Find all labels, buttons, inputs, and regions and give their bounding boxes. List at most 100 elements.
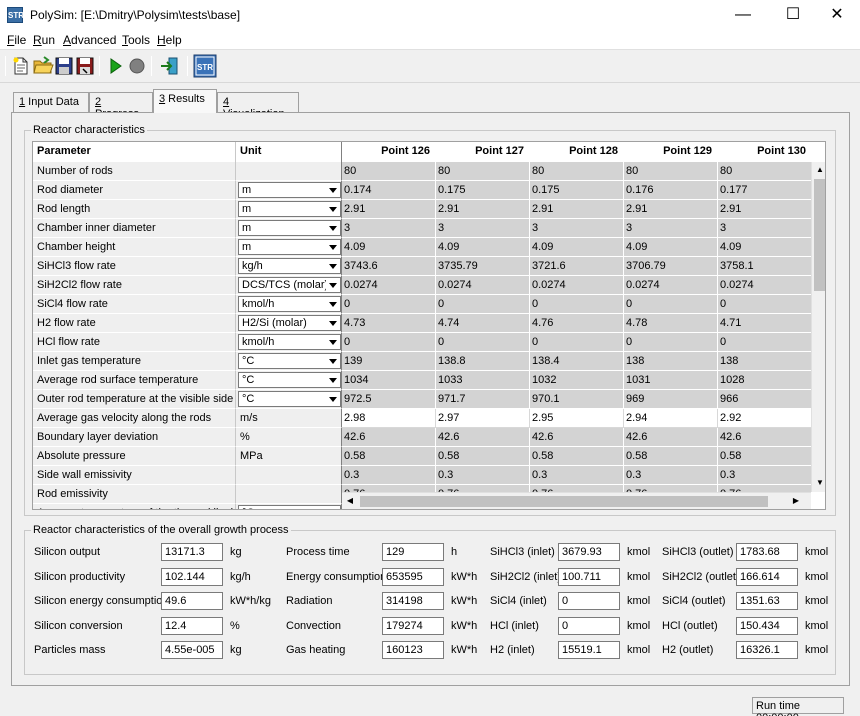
field-value[interactable]: 15519.1	[558, 641, 620, 659]
value-cell[interactable]: 0.58	[342, 447, 436, 466]
unit-cell[interactable]: °C	[236, 352, 342, 371]
value-cell[interactable]: 0	[718, 333, 812, 352]
value-cell[interactable]: 0.175	[436, 181, 530, 200]
open-folder-icon[interactable]	[32, 55, 54, 77]
value-cell[interactable]: 0.3	[530, 466, 624, 485]
value-cell[interactable]: 138.8	[436, 352, 530, 371]
exit-icon[interactable]	[158, 55, 180, 77]
field-value[interactable]: 150.434	[736, 616, 798, 635]
unit-dropdown[interactable]: DCS/TCS (molar)	[238, 277, 341, 293]
value-cell[interactable]: 2.91	[718, 200, 812, 219]
field-value[interactable]: 4.55e-005	[161, 641, 223, 659]
value-cell[interactable]: 0	[530, 333, 624, 352]
unit-cell[interactable]: m	[236, 181, 342, 200]
value-cell[interactable]: 138.4	[530, 352, 624, 371]
unit-dropdown[interactable]: °C	[238, 391, 341, 407]
scroll-left-arrow[interactable]: ◀	[342, 493, 358, 509]
value-cell[interactable]: 0	[342, 333, 436, 352]
chevron-down-icon[interactable]	[326, 506, 340, 509]
value-cell[interactable]: 0	[624, 295, 718, 314]
value-cell[interactable]: 4.71	[718, 314, 812, 333]
field-value[interactable]: 0	[558, 616, 620, 635]
tab-results[interactable]: 3 Results	[153, 89, 217, 113]
value-cell[interactable]: 1034	[342, 371, 436, 390]
value-cell[interactable]: 3	[342, 219, 436, 238]
chevron-down-icon[interactable]	[326, 392, 340, 406]
value-cell[interactable]: 0	[530, 295, 624, 314]
value-cell[interactable]: 4.09	[342, 238, 436, 257]
field-value[interactable]: 1351.63	[736, 592, 798, 610]
value-cell[interactable]: 3758.1	[718, 257, 812, 276]
unit-dropdown[interactable]: °C	[238, 505, 341, 509]
unit-dropdown[interactable]: °C	[238, 372, 341, 388]
value-cell[interactable]: 4.09	[530, 238, 624, 257]
value-cell[interactable]: 0.0274	[624, 276, 718, 295]
value-cell[interactable]: 80	[530, 162, 624, 181]
app-icon[interactable]: STR	[7, 7, 24, 23]
save-icon[interactable]	[53, 55, 75, 77]
field-value[interactable]: 129	[382, 543, 444, 561]
value-cell[interactable]: 3	[530, 219, 624, 238]
value-cell[interactable]: 0	[624, 333, 718, 352]
unit-cell[interactable]: DCS/TCS (molar)	[236, 276, 342, 295]
field-value[interactable]: 100.711	[558, 567, 620, 586]
value-cell[interactable]: 3	[718, 219, 812, 238]
value-cell[interactable]: 3743.6	[342, 257, 436, 276]
field-value[interactable]: 166.614	[736, 567, 798, 586]
value-cell[interactable]: 3721.6	[530, 257, 624, 276]
field-value[interactable]: 102.144	[161, 567, 223, 586]
value-cell[interactable]: 1028	[718, 371, 812, 390]
field-value[interactable]: 13171.3	[161, 543, 223, 561]
value-cell[interactable]: 972.5	[342, 390, 436, 409]
value-cell[interactable]: 3	[436, 219, 530, 238]
field-value[interactable]: 653595	[382, 567, 444, 586]
value-cell[interactable]: 4.78	[624, 314, 718, 333]
menu-help[interactable]: Help	[157, 33, 182, 47]
value-cell[interactable]: 0.58	[624, 447, 718, 466]
value-cell[interactable]: 80	[718, 162, 812, 181]
value-cell[interactable]: 2.95	[530, 409, 624, 428]
unit-cell[interactable]: kmol/h	[236, 333, 342, 352]
unit-cell[interactable]: kmol/h	[236, 295, 342, 314]
horizontal-scrollbar[interactable]: ◀ ▶	[342, 492, 811, 509]
value-cell[interactable]: 3735.79	[436, 257, 530, 276]
unit-cell[interactable]: m	[236, 219, 342, 238]
unit-cell[interactable]: m	[236, 238, 342, 257]
value-cell[interactable]: 2.98	[342, 409, 436, 428]
chevron-down-icon[interactable]	[326, 183, 340, 197]
scroll-thumb[interactable]	[360, 496, 768, 507]
value-cell[interactable]: 42.6	[624, 428, 718, 447]
chevron-down-icon[interactable]	[326, 297, 340, 311]
value-cell[interactable]: 4.76	[530, 314, 624, 333]
value-cell[interactable]: 138	[624, 352, 718, 371]
field-value[interactable]: 160123	[382, 641, 444, 659]
menu-advanced[interactable]: Advanced	[63, 33, 116, 47]
value-cell[interactable]: 0.175	[530, 181, 624, 200]
unit-dropdown[interactable]: m	[238, 220, 341, 236]
scroll-thumb[interactable]	[814, 179, 825, 291]
save-as-icon[interactable]	[74, 55, 96, 77]
value-cell[interactable]: 4.09	[436, 238, 530, 257]
value-cell[interactable]: 4.74	[436, 314, 530, 333]
value-cell[interactable]: 0.3	[624, 466, 718, 485]
value-cell[interactable]: 0	[342, 295, 436, 314]
tab-visualization[interactable]: 4 Visualization	[217, 92, 299, 120]
field-value[interactable]: 0	[558, 592, 620, 610]
value-cell[interactable]: 139	[342, 352, 436, 371]
scroll-down-arrow[interactable]: ▼	[812, 475, 825, 491]
unit-cell[interactable]: °C	[236, 371, 342, 390]
value-cell[interactable]: 2.91	[342, 200, 436, 219]
menu-file[interactable]: File	[7, 33, 26, 47]
value-cell[interactable]: 42.6	[530, 428, 624, 447]
value-cell[interactable]: 42.6	[342, 428, 436, 447]
scroll-up-arrow[interactable]: ▲	[812, 162, 825, 178]
value-cell[interactable]: 970.1	[530, 390, 624, 409]
value-cell[interactable]: 0.0274	[436, 276, 530, 295]
value-cell[interactable]: 966	[718, 390, 812, 409]
value-cell[interactable]: 0.58	[530, 447, 624, 466]
menu-run[interactable]: Run	[33, 33, 55, 47]
value-cell[interactable]: 0.176	[624, 181, 718, 200]
value-cell[interactable]: 0.3	[342, 466, 436, 485]
unit-cell[interactable]: °C	[236, 504, 342, 509]
scroll-right-arrow[interactable]: ▶	[788, 493, 804, 509]
